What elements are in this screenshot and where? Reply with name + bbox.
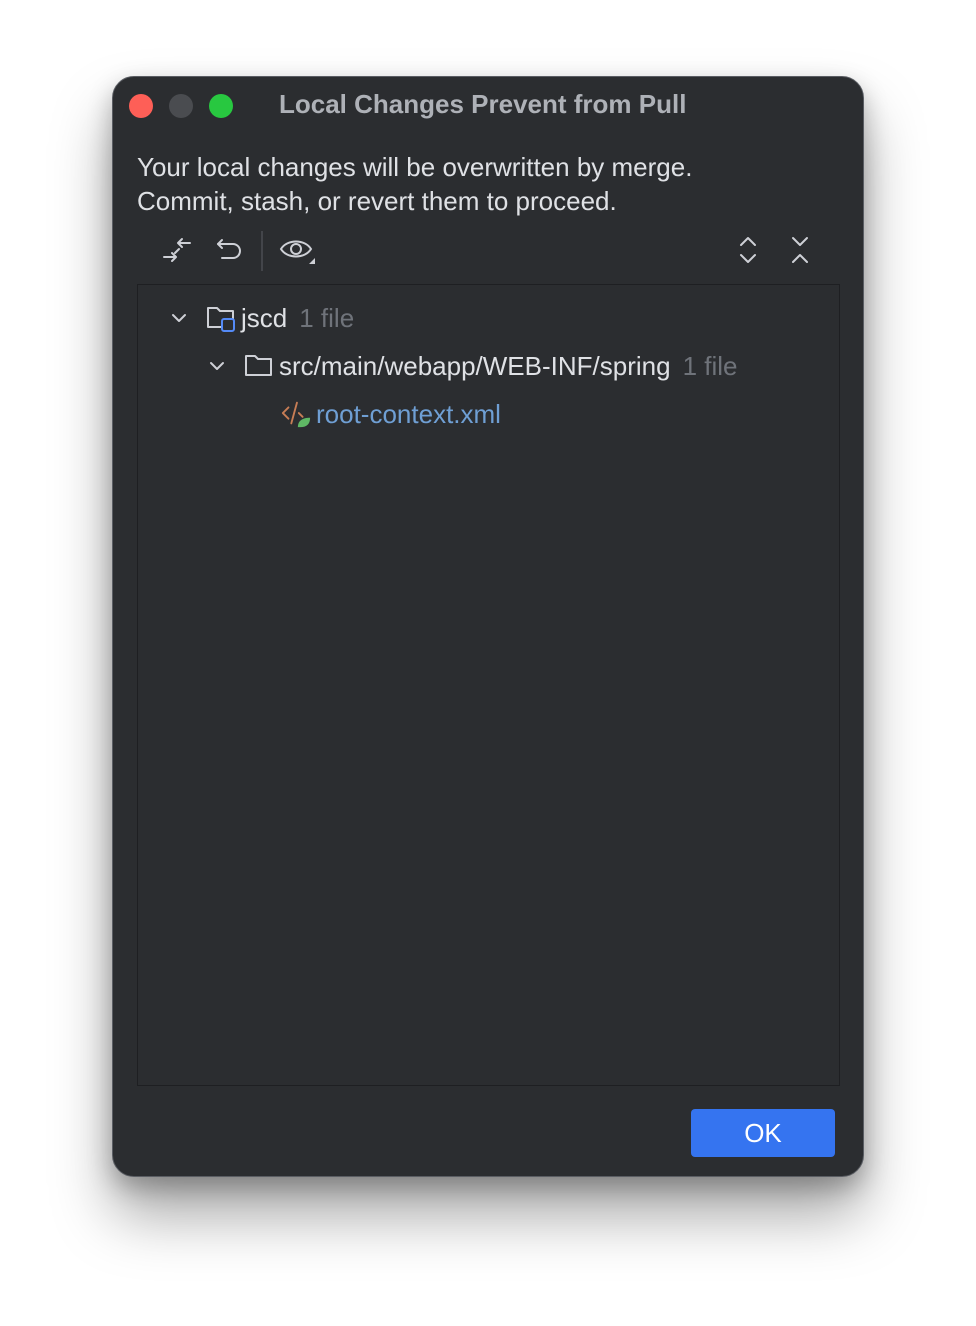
compare-icon bbox=[163, 238, 191, 262]
tree-node-file[interactable]: root-context.xml bbox=[280, 394, 501, 434]
rollback-icon bbox=[217, 239, 241, 259]
rollback-button[interactable] bbox=[212, 232, 248, 268]
file-count: 1 file bbox=[682, 350, 738, 381]
chevron-down-icon[interactable] bbox=[169, 308, 189, 328]
collapse-all-button[interactable] bbox=[782, 232, 818, 268]
changes-tree[interactable]: jscd 1 file src/main/webapp/WEB-INF/spri… bbox=[137, 284, 840, 1086]
file-label: root-context.xml bbox=[316, 398, 501, 429]
dialog-title: Local Changes Prevent from Pull bbox=[279, 89, 687, 119]
toolbar-separator bbox=[261, 231, 263, 271]
view-options-button[interactable] bbox=[277, 232, 319, 268]
folder-icon bbox=[243, 350, 275, 382]
tree-node-label: jscd bbox=[241, 302, 288, 333]
module-folder-icon bbox=[205, 302, 237, 334]
expand-all-icon bbox=[740, 237, 756, 263]
file-count: 1 file bbox=[299, 302, 355, 333]
collapse-all-icon bbox=[792, 237, 808, 263]
tree-node-folder[interactable]: src/main/webapp/WEB-INF/spring 1 file bbox=[207, 346, 737, 386]
tree-node-root[interactable]: jscd 1 file bbox=[169, 298, 354, 338]
minimize-window-button[interactable] bbox=[169, 94, 193, 118]
chevron-down-icon[interactable] bbox=[207, 356, 227, 376]
tree-node-label: src/main/webapp/WEB-INF/spring bbox=[279, 350, 671, 381]
expand-all-button[interactable] bbox=[730, 232, 766, 268]
dialog-message: Your local changes will be overwritten b… bbox=[137, 150, 692, 218]
ok-button[interactable]: OK bbox=[691, 1109, 835, 1157]
eye-icon bbox=[279, 240, 315, 264]
maximize-window-button[interactable] bbox=[209, 94, 233, 118]
compare-button[interactable] bbox=[159, 232, 195, 268]
dialog-window: Local Changes Prevent from Pull Your loc… bbox=[112, 76, 864, 1177]
close-window-button[interactable] bbox=[129, 94, 153, 118]
spring-xml-icon bbox=[280, 398, 312, 430]
message-line-2: Commit, stash, or revert them to proceed… bbox=[137, 186, 617, 216]
message-line-1: Your local changes will be overwritten b… bbox=[137, 152, 693, 182]
